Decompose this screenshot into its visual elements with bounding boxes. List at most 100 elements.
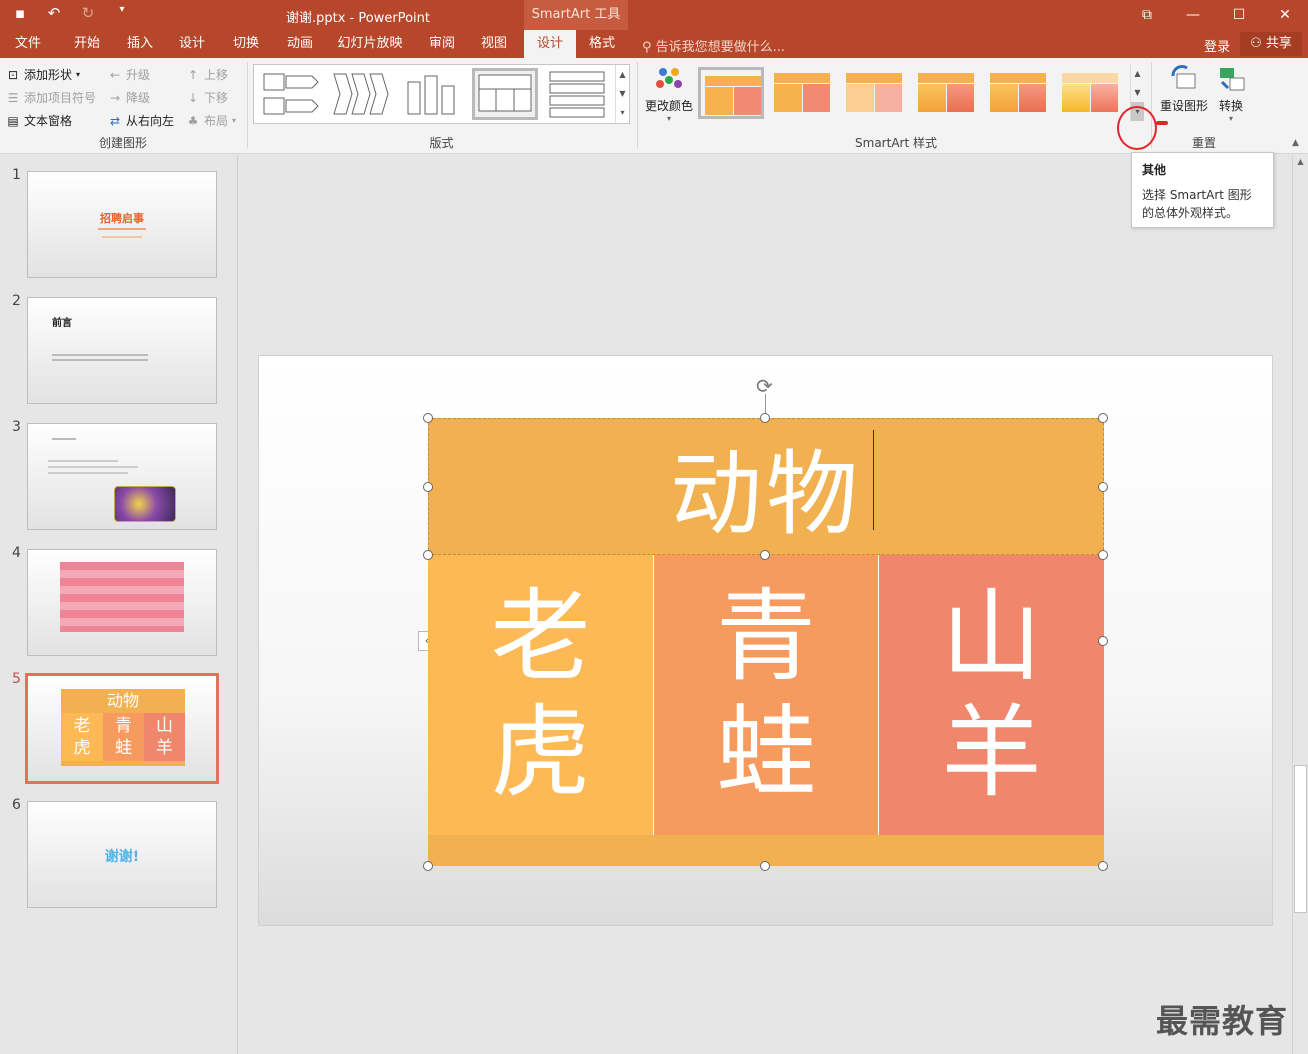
chevron-down-icon[interactable]: ▼ [616, 84, 629, 103]
layout-option-3[interactable] [398, 68, 464, 120]
tab-smartart-design[interactable]: 设计 [524, 30, 576, 58]
promote-button[interactable]: ← 升级 [108, 66, 150, 83]
slide-thumbnail-6[interactable]: 谢谢! [27, 801, 217, 908]
slide-thumb-title: 招聘启事 [100, 212, 144, 225]
demote-label: 降级 [126, 91, 151, 105]
smartart-top-shape[interactable]: 动物 [428, 418, 1104, 555]
text-pane-button[interactable]: ▤ 文本窗格 [6, 112, 72, 129]
vertical-scrollbar[interactable]: ▲ [1292, 155, 1308, 1054]
tab-transitions[interactable]: 切换 [224, 30, 268, 58]
tab-design[interactable]: 设计 [170, 30, 214, 58]
slide-thumbnail-1[interactable]: 招聘启事 [27, 171, 217, 278]
resize-handle[interactable] [423, 482, 433, 492]
more-icon[interactable]: ▾ [616, 103, 629, 122]
layout-option-4-selected[interactable] [472, 68, 538, 120]
tab-view[interactable]: 视图 [472, 30, 516, 58]
tab-animations[interactable]: 动画 [278, 30, 322, 58]
text-cursor [873, 430, 874, 530]
resize-handle[interactable] [1098, 413, 1108, 423]
undo-icon[interactable]: ↶ [44, 4, 64, 22]
move-down-button[interactable]: ↓ 下移 [186, 89, 228, 106]
style-option-3[interactable] [842, 67, 908, 119]
style-option-6[interactable] [1058, 67, 1124, 119]
layout-option-1[interactable] [258, 68, 324, 120]
resize-handle[interactable] [760, 550, 770, 560]
slide-thumbnail-3[interactable] [27, 423, 217, 530]
scrollbar-thumb[interactable] [1294, 765, 1307, 913]
smartart-graphic[interactable]: 动物 老 虎 青 蛙 山 羊 [428, 418, 1104, 866]
slide-thumbnail-4[interactable] [27, 549, 217, 656]
smartart-cell-text: 青 [716, 578, 816, 695]
smartart-cell-text: 蛙 [716, 694, 816, 811]
style-option-4[interactable] [914, 67, 980, 119]
rtl-label: 从右向左 [126, 114, 175, 128]
login-link[interactable]: 登录 [1204, 36, 1230, 55]
style-swatch [918, 73, 974, 83]
chevron-down-icon[interactable]: ▼ [1131, 83, 1144, 102]
promote-label: 升级 [126, 68, 151, 82]
style-option-2[interactable] [770, 67, 836, 119]
share-label: 共享 [1265, 36, 1292, 51]
minimize-icon[interactable]: — [1170, 0, 1216, 30]
add-bullet-button[interactable]: ☰ 添加项目符号 [6, 89, 96, 106]
resize-handle[interactable] [760, 413, 770, 423]
slide-thumb-top: 动物 [61, 689, 185, 713]
save-icon[interactable]: ▪ [10, 4, 30, 22]
slide-thumbnail-2[interactable]: 前言 [27, 297, 217, 404]
slide-thumb-cell: 山羊 [144, 713, 185, 761]
style-option-1-selected[interactable] [698, 67, 764, 119]
convert-label: 转换 [1218, 99, 1243, 113]
resize-handle[interactable] [1098, 550, 1108, 560]
resize-handle[interactable] [423, 413, 433, 423]
reset-graphic-button[interactable]: 重设图形 [1158, 64, 1210, 114]
scroll-up-icon[interactable]: ▲ [1293, 157, 1308, 166]
layout-option-5[interactable] [544, 68, 610, 120]
slide-number: 4 [12, 545, 21, 561]
share-button[interactable]: ⚇ 共享 [1240, 32, 1302, 56]
chevron-up-icon[interactable]: ▲ [1131, 64, 1144, 83]
smartart-cell-3[interactable]: 山 羊 [878, 555, 1104, 835]
redo-icon[interactable]: ↻ [78, 4, 98, 22]
layout-button[interactable]: ♣ 布局 ▾ [186, 112, 236, 129]
demote-button[interactable]: → 降级 [108, 89, 150, 106]
style-swatch [990, 84, 1018, 112]
right-to-left-button[interactable]: ⇄ 从右向左 [108, 112, 174, 129]
smartart-cell-2[interactable]: 青 蛙 [653, 555, 878, 835]
style-swatch [947, 84, 974, 112]
reset-graphic-icon [1171, 64, 1196, 89]
layout-option-2[interactable] [328, 68, 394, 120]
move-up-label: 上移 [204, 68, 229, 82]
style-option-5[interactable] [986, 67, 1052, 119]
ribbon-display-icon[interactable]: ⧉ [1124, 0, 1170, 30]
smartart-cell-text: 虎 [490, 694, 591, 811]
tab-home[interactable]: 开始 [64, 30, 110, 58]
bullet-icon: ☰ [7, 90, 19, 105]
resize-handle[interactable] [423, 861, 433, 871]
slide-thumb-text [48, 472, 128, 474]
smartart-cell-1[interactable]: 老 虎 [428, 555, 653, 835]
customize-icon[interactable]: ▾ [112, 4, 132, 22]
resize-handle[interactable] [1098, 636, 1108, 646]
resize-handle[interactable] [1098, 861, 1108, 871]
ribbon-tabs: 文件 开始 插入 设计 切换 动画 幻灯片放映 审阅 视图 设计 格式 ⚲ 告诉… [0, 30, 1308, 58]
resize-handle[interactable] [423, 550, 433, 560]
add-shape-button[interactable]: ⊡ 添加形状 ▾ [6, 66, 80, 83]
convert-button[interactable]: 转换 ▾ [1212, 64, 1250, 123]
tab-slideshow[interactable]: 幻灯片放映 [334, 30, 406, 58]
tab-review[interactable]: 审阅 [420, 30, 464, 58]
tab-smartart-format[interactable]: 格式 [578, 30, 626, 58]
change-colors-button[interactable]: 更改颜色 ▾ [644, 66, 694, 123]
close-icon[interactable]: ✕ [1262, 0, 1308, 30]
maximize-icon[interactable]: ☐ [1216, 0, 1262, 30]
resize-handle[interactable] [1098, 482, 1108, 492]
collapse-ribbon-icon[interactable]: ▲ [1292, 138, 1299, 148]
style-swatch [1062, 84, 1090, 112]
move-up-button[interactable]: ↑ 上移 [186, 66, 228, 83]
tab-file[interactable]: 文件 [8, 30, 48, 58]
layouts-gallery-scroll[interactable]: ▲ ▼ ▾ [615, 65, 629, 123]
chevron-up-icon[interactable]: ▲ [616, 65, 629, 84]
slide-thumbnail-5-active[interactable]: 动物 老虎 青蛙 山羊 [25, 673, 219, 784]
tell-me-box[interactable]: ⚲ 告诉我您想要做什么... [642, 36, 785, 55]
resize-handle[interactable] [760, 861, 770, 871]
tab-insert[interactable]: 插入 [118, 30, 162, 58]
